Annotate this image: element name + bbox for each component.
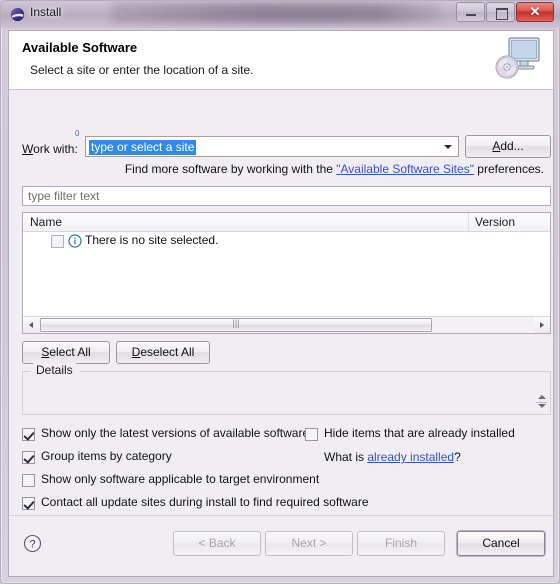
- software-tree[interactable]: Name Version There is no site selected.: [22, 212, 551, 334]
- deselect-all-button[interactable]: Deselect All: [116, 341, 210, 364]
- finish-button-label: Finish: [384, 536, 417, 550]
- column-header-version[interactable]: Version: [475, 215, 515, 229]
- row-name-cell: There is no site selected.: [85, 233, 219, 247]
- title-bar[interactable]: Install ✕: [1, 1, 560, 28]
- close-button[interactable]: ✕: [516, 2, 554, 22]
- page-title: Available Software: [22, 40, 138, 55]
- cancel-button-label: Cancel: [482, 536, 520, 550]
- eclipse-globe-icon: [10, 7, 25, 22]
- work-with-combo[interactable]: type or select a site: [85, 136, 459, 157]
- page-description: Select a site or enter the location of a…: [30, 63, 254, 77]
- spinner-down-arrow[interactable]: [538, 404, 546, 408]
- deselect-all-mnemonic: D: [131, 345, 141, 359]
- column-divider[interactable]: [468, 213, 469, 232]
- arrow-right-icon[interactable]: [534, 317, 550, 333]
- select-all-button[interactable]: Select All: [22, 341, 110, 364]
- combo-decoration: 0: [75, 129, 80, 138]
- checkbox-box[interactable]: [305, 428, 318, 441]
- close-icon: ✕: [529, 4, 541, 19]
- table-row[interactable]: There is no site selected.: [23, 233, 550, 251]
- checkbox-label: Show only the latest versions of availab…: [41, 426, 310, 440]
- finish-button[interactable]: Finish: [357, 531, 445, 556]
- already-installed-prefix: What is: [324, 450, 368, 464]
- details-border-left: [23, 371, 31, 372]
- checkbox-box[interactable]: [22, 428, 35, 441]
- deselect-all-label-rest: eselect All: [140, 345, 195, 359]
- dialog-header: Available Software Select a site or ente…: [9, 31, 553, 90]
- minimize-button[interactable]: [456, 2, 485, 22]
- scrollbar-thumb[interactable]: [40, 318, 432, 332]
- checkbox-label: Group items by category: [41, 449, 172, 463]
- dialog-button-bar: ? < Back Next > Finish Cancel: [9, 515, 553, 576]
- tree-column-header: Name Version: [23, 213, 550, 232]
- dialog-body: Available Software Select a site or ente…: [8, 30, 554, 577]
- computer-disc-icon: [495, 37, 540, 79]
- checkbox-label: Contact all update sites during install …: [41, 495, 369, 509]
- details-group: Details: [22, 363, 551, 415]
- next-button[interactable]: Next >: [265, 531, 353, 556]
- work-with-mnemonic: W: [22, 142, 34, 156]
- titlebar-glass-blur: [111, 3, 441, 23]
- spinner-updown-icon[interactable]: [536, 394, 547, 412]
- back-button-label: < Back: [198, 536, 236, 550]
- chevron-down-icon[interactable]: [444, 145, 452, 149]
- add-button-label-rest: dd...: [500, 139, 524, 153]
- checkbox-box[interactable]: [22, 451, 35, 464]
- select-all-label-rest: elect All: [49, 345, 91, 359]
- hint-suffix: preferences.: [473, 162, 544, 176]
- checkbox-box[interactable]: [22, 497, 35, 510]
- work-with-label-rest: ork with:: [33, 142, 78, 156]
- column-header-name[interactable]: Name: [30, 215, 62, 229]
- details-label: Details: [33, 363, 76, 377]
- spinner-up-arrow[interactable]: [538, 395, 546, 399]
- available-software-sites-link[interactable]: "Available Software Sites": [336, 162, 474, 176]
- already-installed-link[interactable]: already installed: [367, 450, 454, 464]
- window-title: Install: [30, 5, 62, 19]
- checkbox-label: Hide items that are already installed: [324, 426, 515, 440]
- checkbox-label: Show only software applicable to target …: [41, 472, 320, 486]
- available-sites-hint: Find more software by working with the "…: [9, 162, 553, 176]
- work-with-combo-value[interactable]: type or select a site: [89, 140, 197, 155]
- row-checkbox[interactable]: [51, 235, 64, 248]
- filter-input[interactable]: type filter text: [22, 186, 551, 206]
- help-question-icon[interactable]: ?: [23, 534, 42, 553]
- details-border-right: [80, 371, 550, 372]
- cancel-button[interactable]: Cancel: [457, 531, 545, 556]
- spinner-divider: [536, 402, 547, 403]
- install-dialog-window: Install ✕ Available Software Select a si…: [0, 0, 560, 584]
- info-icon: [68, 234, 82, 248]
- already-installed-suffix: ?: [454, 450, 461, 464]
- already-installed-hint: What is already installed?: [324, 450, 461, 464]
- add-button[interactable]: Add...: [465, 135, 551, 158]
- work-with-label: Work with:: [22, 142, 78, 156]
- checkbox-box[interactable]: [22, 474, 35, 487]
- tree-horizontal-scrollbar[interactable]: [23, 316, 550, 333]
- maximize-button[interactable]: [486, 2, 515, 22]
- next-button-label: Next >: [291, 536, 327, 550]
- arrow-left-icon[interactable]: [23, 317, 39, 333]
- back-button[interactable]: < Back: [173, 531, 261, 556]
- svg-text:?: ?: [29, 539, 35, 551]
- hint-prefix: Find more software by working with the: [124, 162, 337, 176]
